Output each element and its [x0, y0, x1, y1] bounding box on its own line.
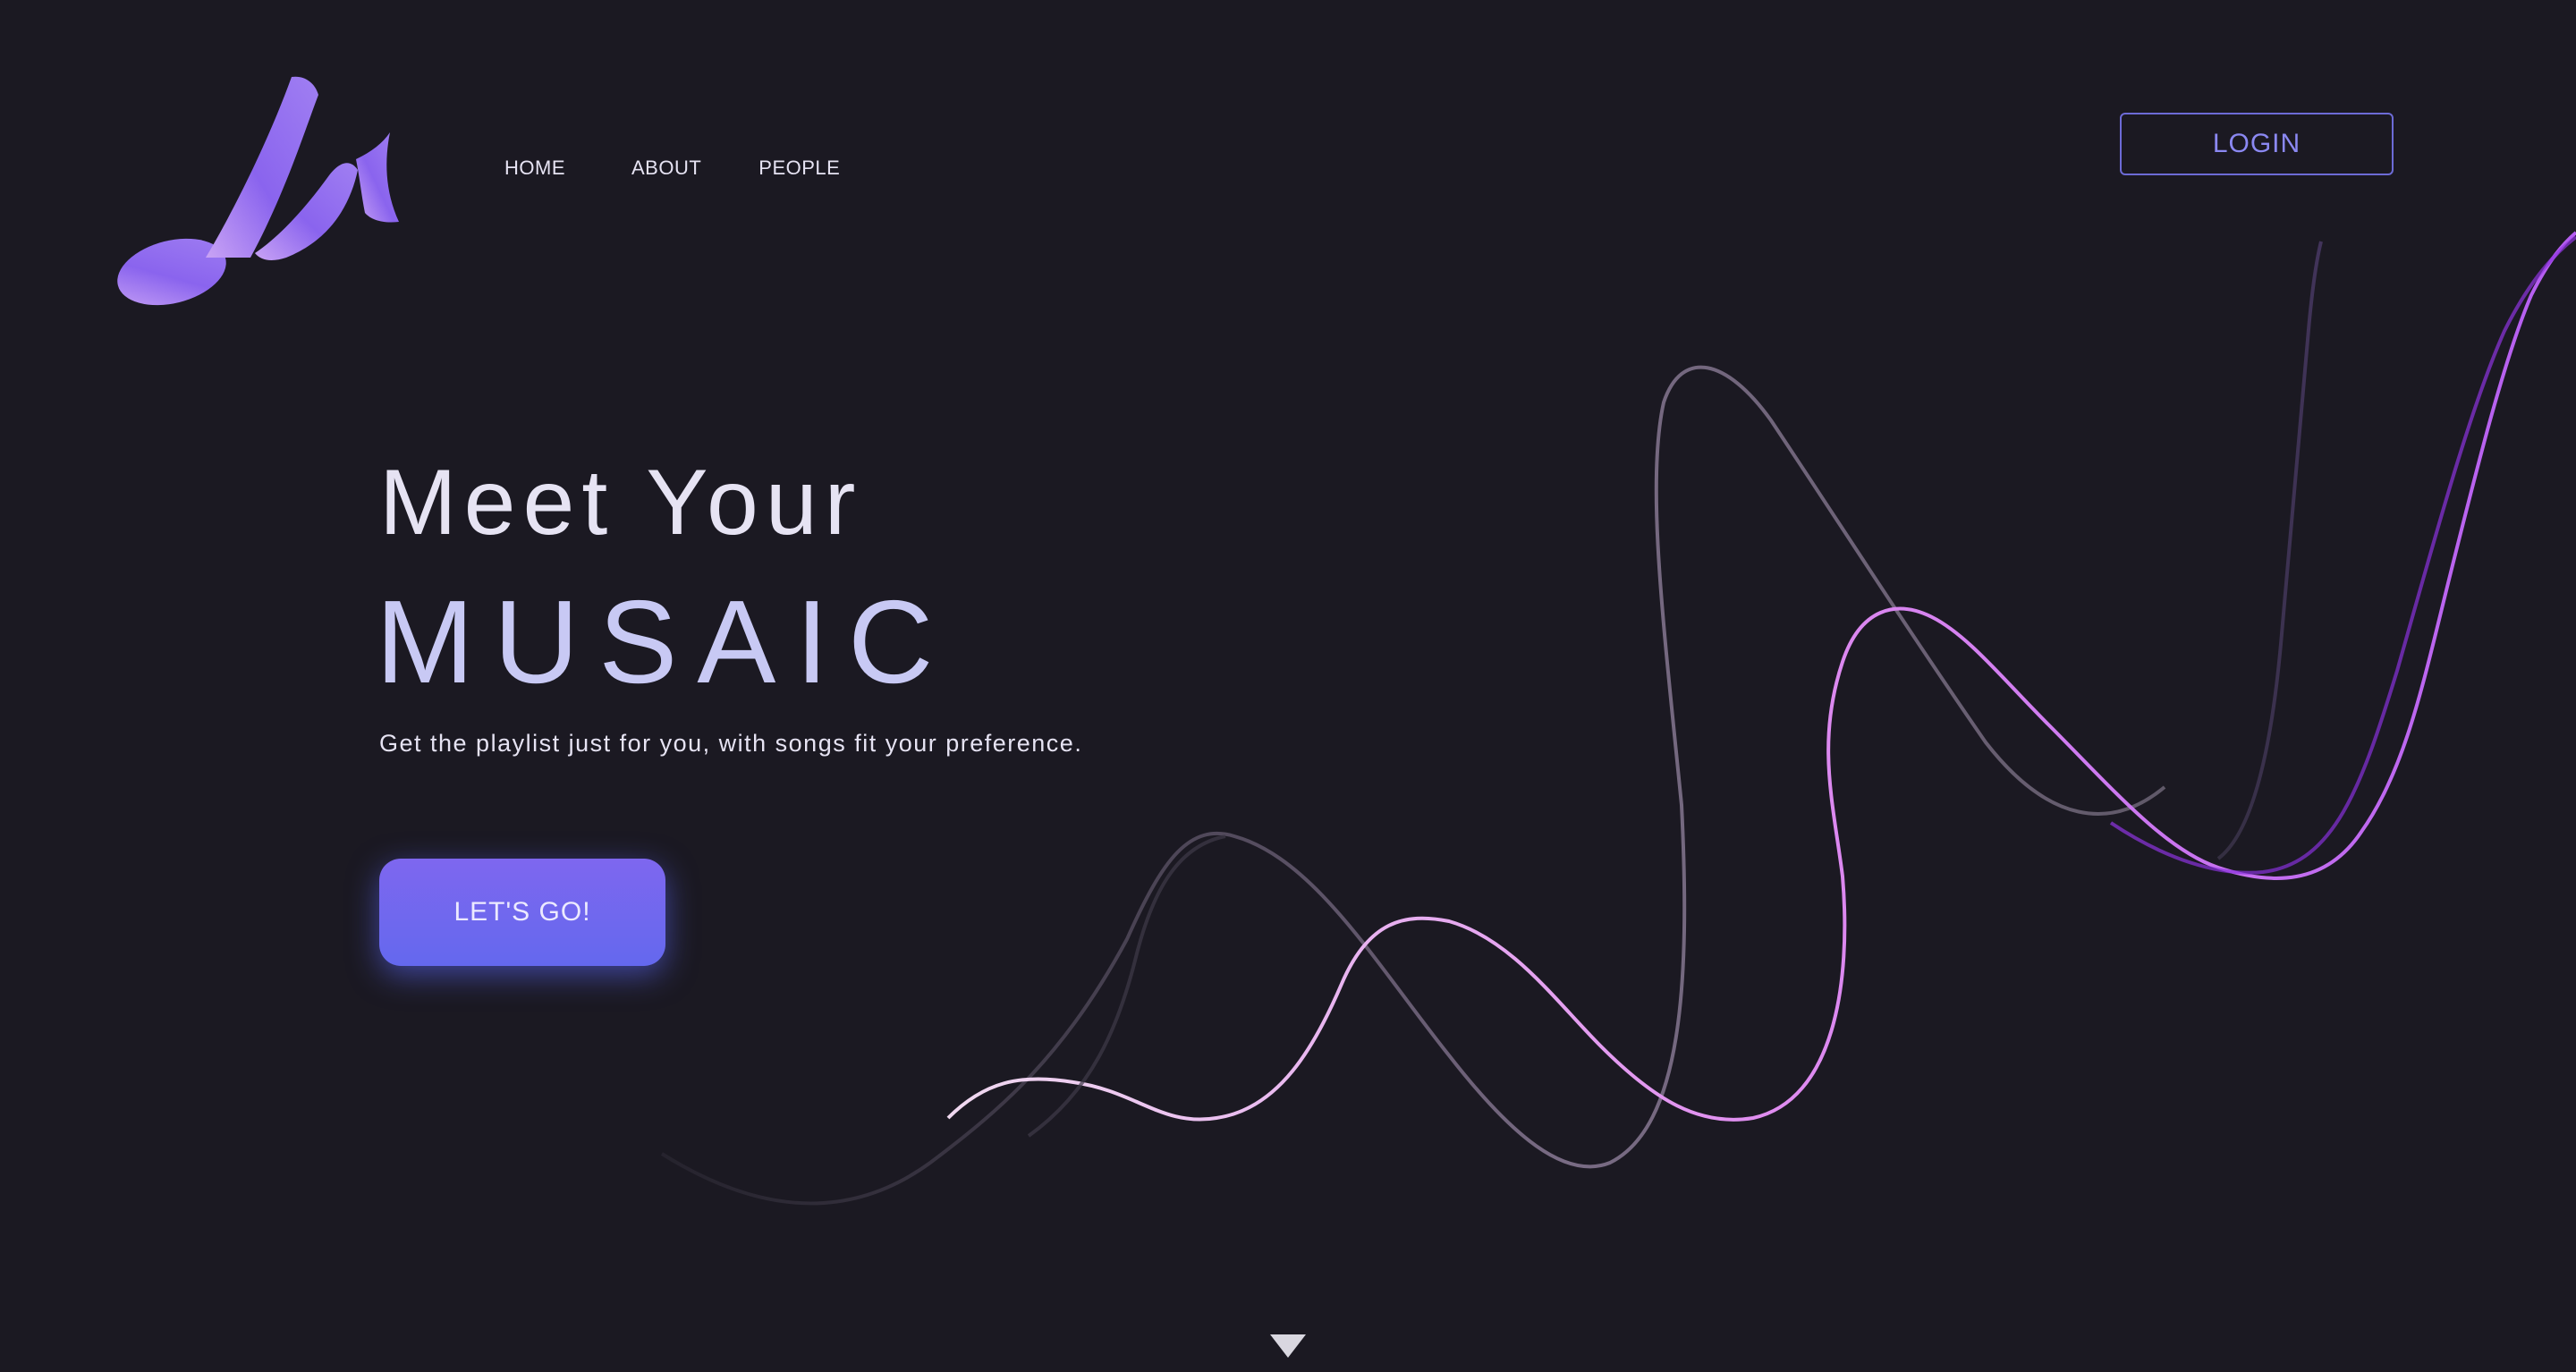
musaic-logo-icon[interactable]: [116, 70, 411, 320]
main-nav: HOME ABOUT PEOPLE: [504, 156, 840, 181]
hero-title: MUSAIC: [376, 576, 953, 707]
nav-about-link[interactable]: ABOUT: [631, 157, 701, 180]
triangle-down-icon[interactable]: [1270, 1334, 1306, 1359]
landing-page: HOME ABOUT PEOPLE LOGIN Meet Your MUSAIC…: [0, 0, 2576, 1372]
nav-people-link[interactable]: PEOPLE: [758, 157, 840, 180]
lets-go-button[interactable]: LET'S GO!: [379, 859, 665, 966]
nav-home-link[interactable]: HOME: [504, 157, 565, 180]
hero-pretitle: Meet Your: [379, 451, 863, 555]
hero-tagline: Get the playlist just for you, with song…: [379, 730, 1083, 757]
login-button[interactable]: LOGIN: [2120, 113, 2394, 175]
